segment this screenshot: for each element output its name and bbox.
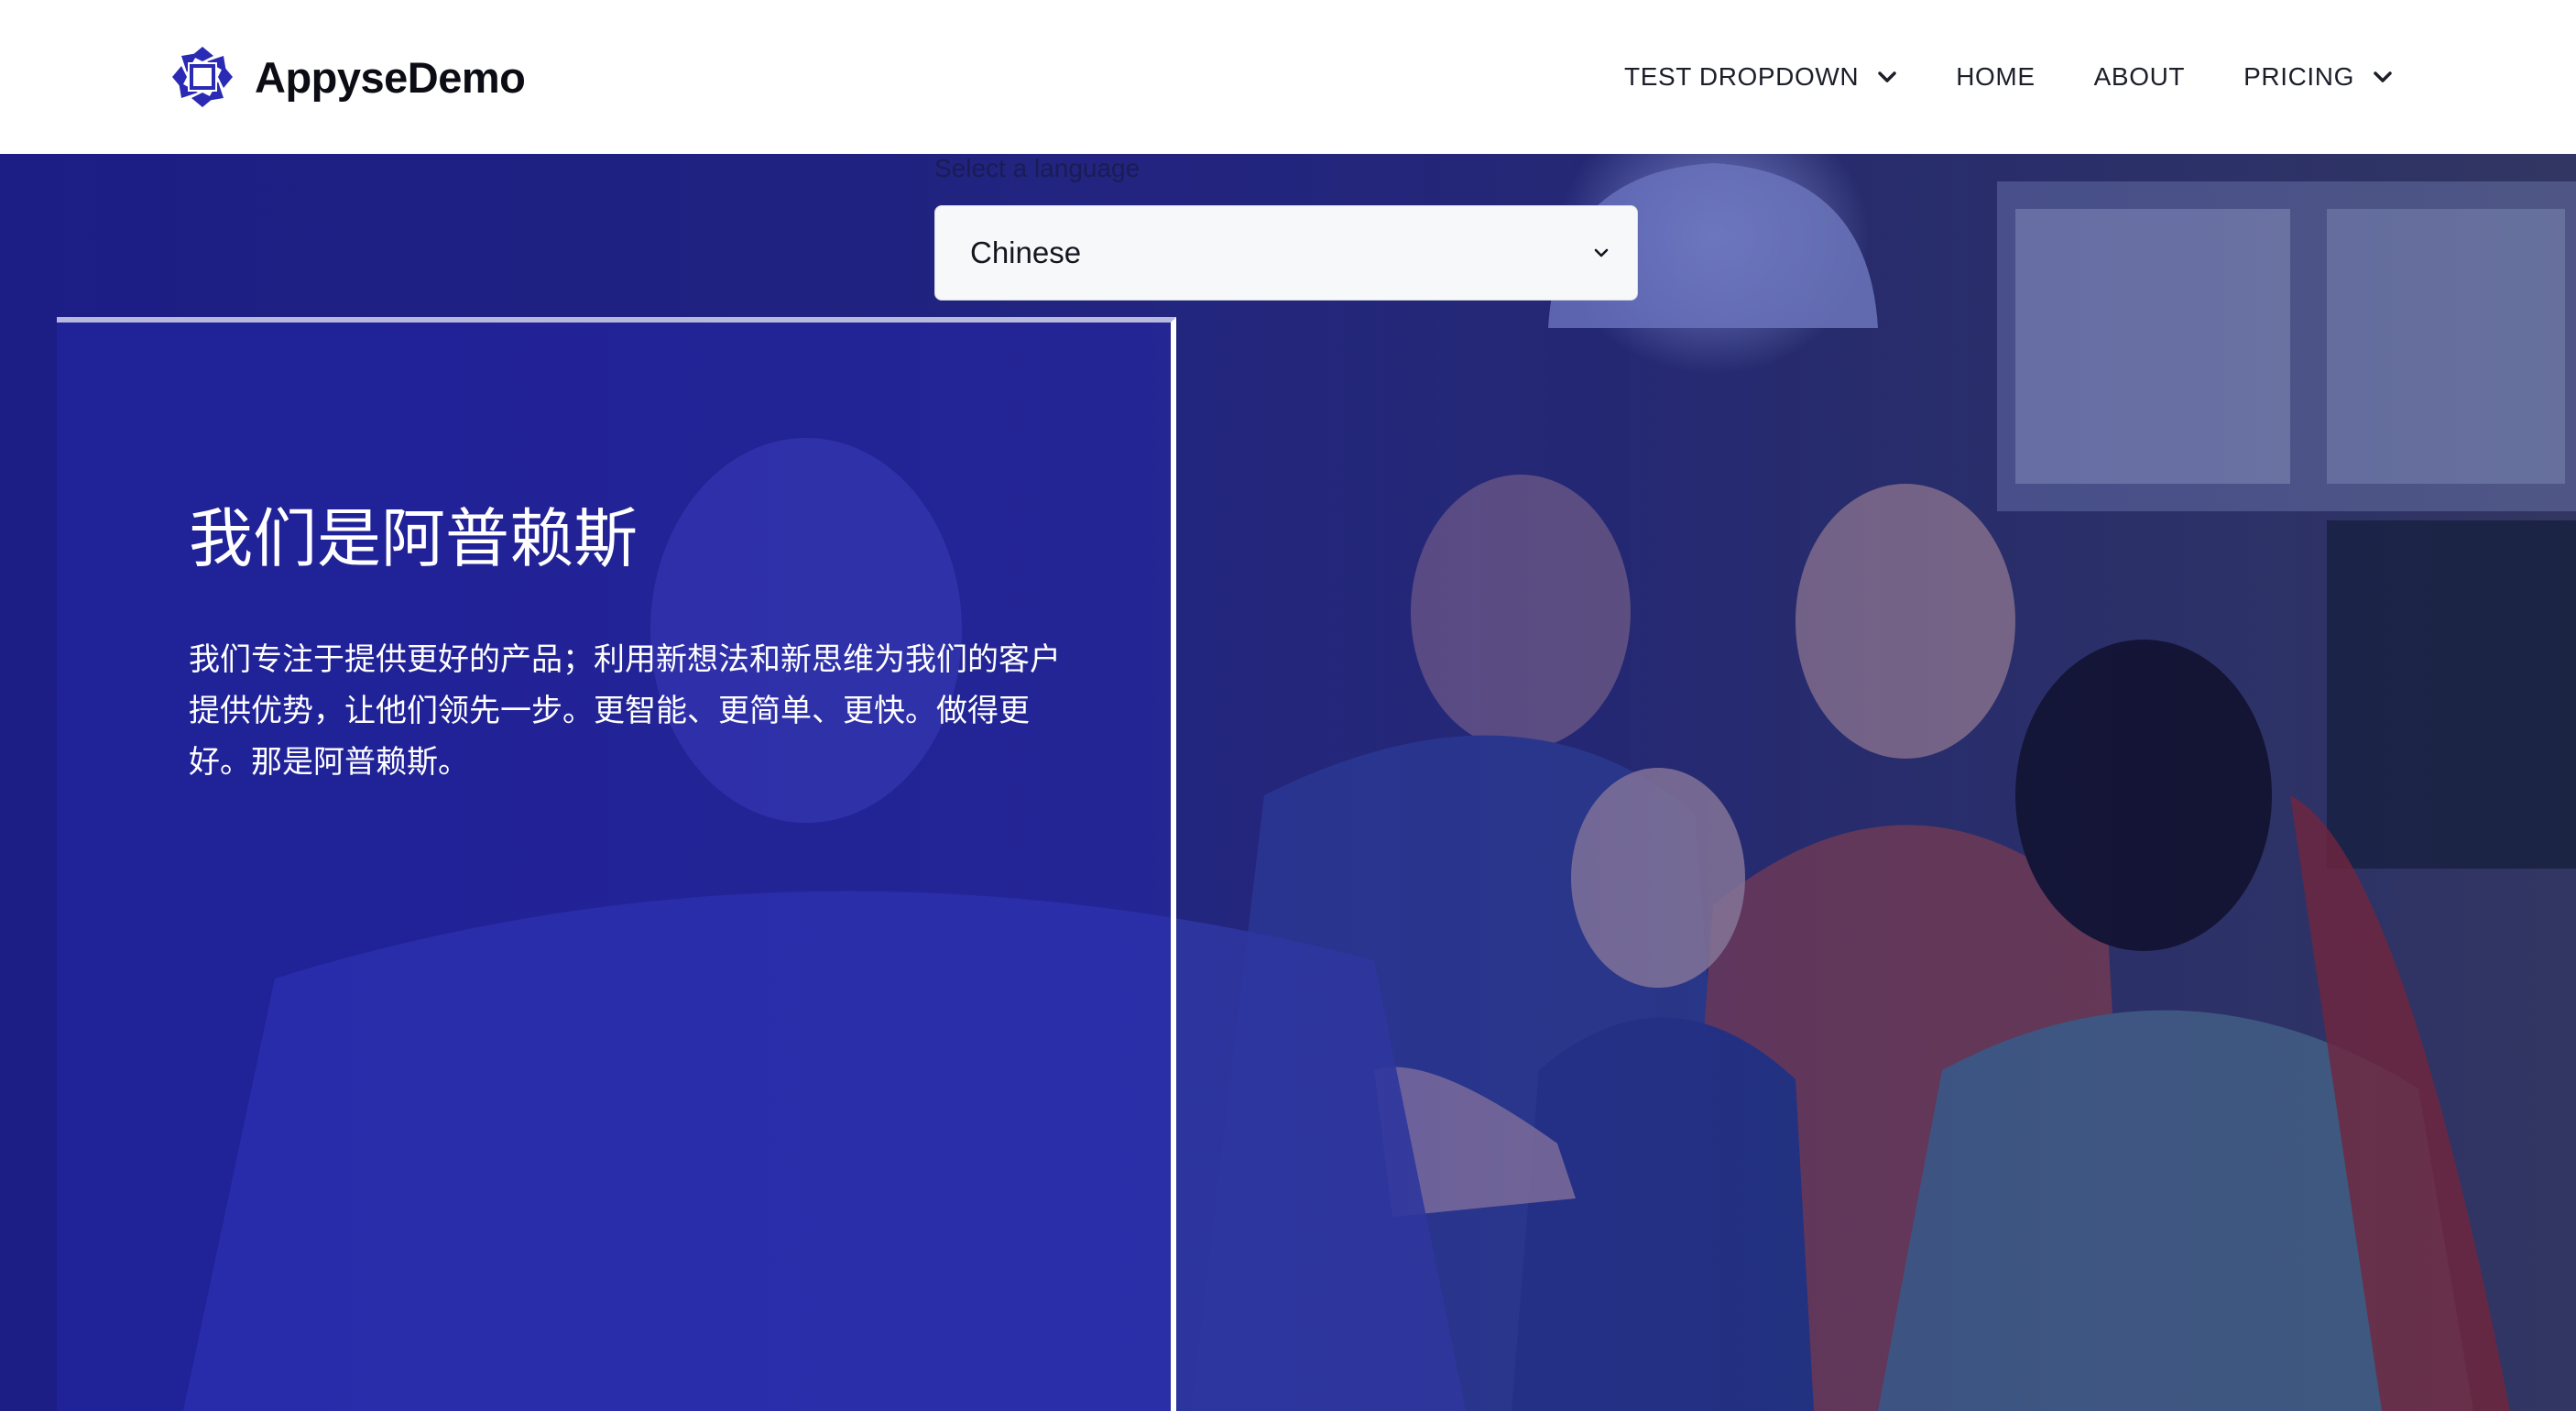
chevron-down-icon (1878, 71, 1896, 82)
language-select[interactable]: Chinese (934, 205, 1638, 301)
language-label: Select a language (934, 154, 1141, 182)
nav-label: TEST DROPDOWN (1624, 62, 1860, 91)
nav-label: ABOUT (2093, 62, 2186, 91)
brand[interactable]: AppyseDemo (170, 44, 526, 110)
site-header: AppyseDemo TEST DROPDOWN HOME ABOUT PRIC… (0, 0, 2576, 154)
main-nav: TEST DROPDOWN HOME ABOUT PRICING (1624, 51, 2393, 103)
nav-label: HOME (1956, 62, 2036, 91)
nav-home[interactable]: HOME (1956, 62, 2035, 92)
brand-name: AppyseDemo (255, 52, 526, 102)
hero-title: 我们是阿普赖斯 (189, 501, 638, 576)
chevron-down-icon (2374, 71, 2392, 82)
nav-pricing[interactable]: PRICING (2243, 62, 2393, 92)
hero-section: Select a language Chinese 我们是阿普赖斯 我们专注于提… (0, 154, 2576, 1411)
nav-test-dropdown[interactable]: TEST DROPDOWN (1624, 62, 1897, 92)
language-selected-value: Chinese (970, 235, 1082, 269)
hero-body: 我们专注于提供更好的产品；利用新想法和新思维为我们的客户提供优势，让他们领先一步… (189, 641, 1061, 781)
nav-about[interactable]: ABOUT (2094, 62, 2185, 92)
nav-label: PRICING (2243, 62, 2354, 91)
hero-panel: 我们是阿普赖斯 我们专注于提供更好的产品；利用新想法和新思维为我们的客户提供优势… (57, 317, 1176, 1411)
chevron-down-icon (1594, 248, 1609, 257)
apryse-logo-icon (172, 47, 233, 107)
